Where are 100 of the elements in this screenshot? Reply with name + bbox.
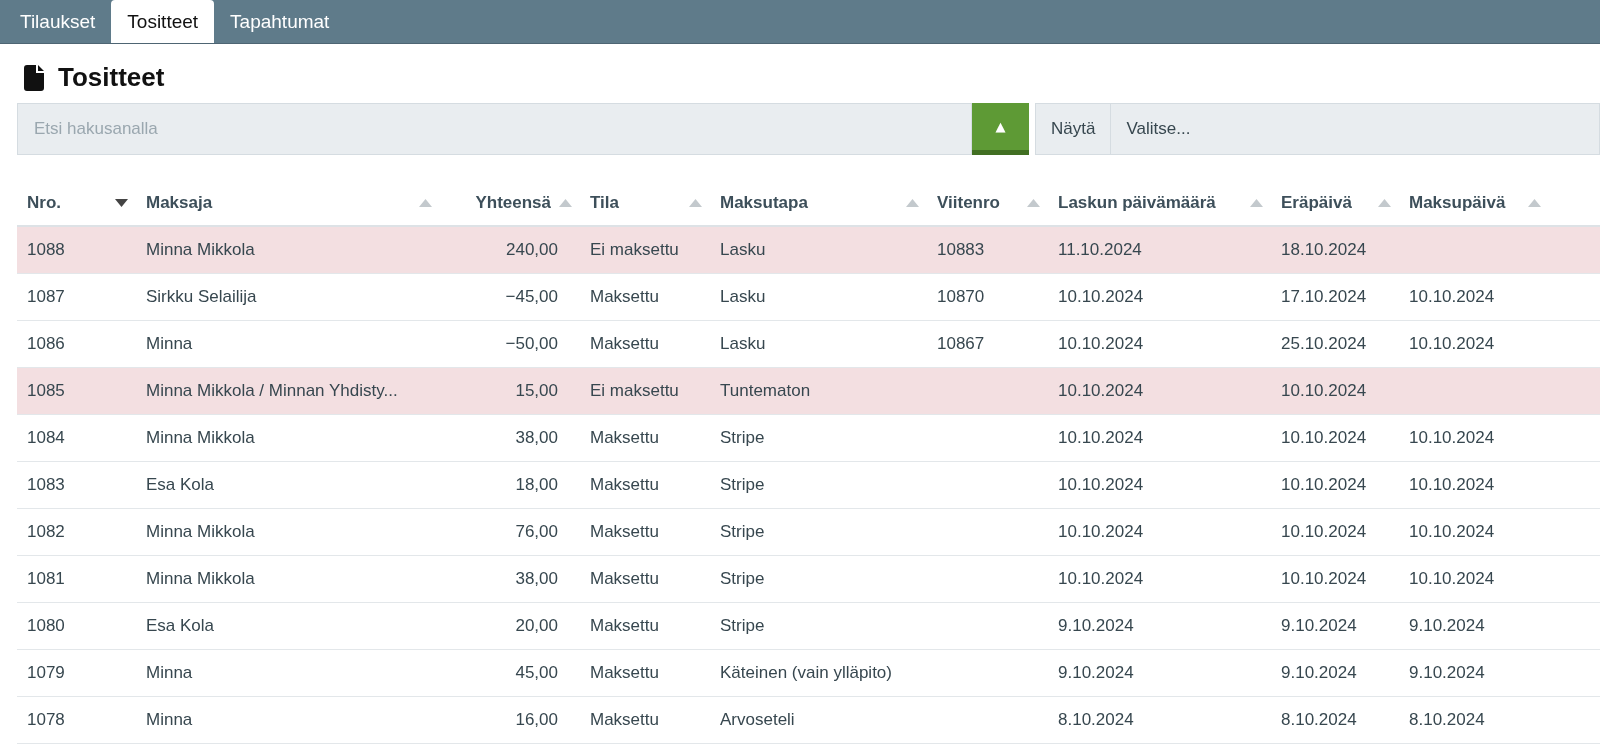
table-cell: Minna: [146, 334, 193, 353]
table-cell: Maksettu: [590, 475, 659, 494]
table-cell: 10.10.2024: [1058, 287, 1144, 306]
table-row[interactable]: 1087 Sirkku Selailija −45,00 Maksettu Lasku 10870 10.10.2024 17.10.2024 10.10.2024: [17, 274, 1600, 321]
table-cell: 15,00: [515, 381, 558, 400]
table-cell: 1082: [27, 522, 65, 541]
column-label: Maksaja: [146, 193, 213, 213]
table-cell: Minna Mikkola: [146, 240, 255, 259]
table-row[interactable]: 1081 Minna Mikkola 38,00 Maksettu Stripe 10.10.2024 10.10.2024 10.10.2024: [17, 556, 1600, 603]
table-cell: Stripe: [720, 428, 765, 447]
table-cell: Ei maksettu: [590, 240, 679, 259]
table-cell: 38,00: [515, 569, 558, 588]
column-label: Maksupäivä: [1409, 193, 1506, 213]
page-title: Tositteet: [58, 62, 165, 93]
table-cell: Esa Kola: [146, 616, 215, 635]
table-cell: Stripe: [720, 475, 765, 494]
table-cell: Esa Kola: [146, 475, 215, 494]
table-cell: 10870: [937, 287, 985, 306]
table-cell: Maksettu: [590, 334, 659, 353]
table-cell: Minna: [146, 710, 193, 729]
table-cell: Maksettu: [590, 522, 659, 541]
table-row[interactable]: 1079 Minna 45,00 Maksettu Käteinen (vain ylläpito) 9.10.2024 9.10.2024 9.10.2024: [17, 650, 1600, 697]
table-row[interactable]: 1084 Minna Mikkola 38,00 Maksettu Stripe 10.10.2024 10.10.2024 10.10.2024: [17, 415, 1600, 462]
table-cell: 8.10.2024: [1409, 710, 1485, 729]
column-header[interactable]: Eräpäivä: [1271, 193, 1399, 213]
table-cell: 10.10.2024: [1409, 475, 1495, 494]
table-row[interactable]: 1078 Minna 16,00 Maksettu Arvoseteli 8.10.2024 8.10.2024 8.10.2024: [17, 697, 1600, 744]
table-cell: 8.10.2024: [1281, 710, 1357, 729]
table-cell: 1086: [27, 334, 65, 353]
column-header[interactable]: Maksutapa: [710, 193, 927, 213]
column-label: Yhteensä: [475, 193, 551, 213]
column-label: Tila: [590, 193, 619, 213]
column-label: Maksutapa: [720, 193, 808, 213]
table-cell: 45,00: [515, 663, 558, 682]
table-cell: Maksettu: [590, 663, 659, 682]
table-cell: 10.10.2024: [1409, 334, 1495, 353]
table-cell: 38,00: [515, 428, 558, 447]
table-cell: 18,00: [515, 475, 558, 494]
table-cell: Sirkku Selailija: [146, 287, 257, 306]
table-cell: 10.10.2024: [1058, 381, 1144, 400]
table-cell: 9.10.2024: [1281, 616, 1357, 635]
table-cell: Käteinen (vain ylläpito): [720, 663, 892, 682]
table-cell: 25.10.2024: [1281, 334, 1367, 353]
table-cell: 10.10.2024: [1409, 428, 1495, 447]
table-cell: 20,00: [515, 616, 558, 635]
column-label: Viitenro: [937, 193, 1000, 213]
table-cell: 1084: [27, 428, 65, 447]
filter-select[interactable]: Valitse...: [1111, 103, 1600, 155]
table-cell: 16,00: [515, 710, 558, 729]
table-cell: 1080: [27, 616, 65, 635]
table-cell: Minna Mikkola / Minnan Yhdisty...: [146, 381, 398, 400]
table-cell: 9.10.2024: [1058, 616, 1134, 635]
table-cell: 10.10.2024: [1281, 428, 1367, 447]
table-cell: Maksettu: [590, 287, 659, 306]
table-cell: Ei maksettu: [590, 381, 679, 400]
table-cell: −45,00: [505, 287, 558, 306]
table-cell: 10.10.2024: [1058, 428, 1144, 447]
table-row[interactable]: 1080 Esa Kola 20,00 Maksettu Stripe 9.10.2024 9.10.2024 9.10.2024: [17, 603, 1600, 650]
table-cell: Minna Mikkola: [146, 428, 255, 447]
table-cell: 1087: [27, 287, 65, 306]
table-cell: 10.10.2024: [1058, 334, 1144, 353]
table-cell: Stripe: [720, 616, 765, 635]
table-row[interactable]: 1085 Minna Mikkola / Minnan Yhdisty... 15,00 Ei maksettu Tuntematon 10.10.2024 10.10.2024: [17, 368, 1600, 415]
table-cell: 10.10.2024: [1409, 287, 1495, 306]
table-cell: 18.10.2024: [1281, 240, 1367, 259]
table-cell: 9.10.2024: [1409, 663, 1485, 682]
column-header[interactable]: Viitenro: [927, 193, 1048, 213]
table-cell: 9.10.2024: [1281, 663, 1357, 682]
table-cell: 10.10.2024: [1281, 381, 1367, 400]
column-header[interactable]: Nro.: [17, 193, 136, 213]
table-cell: Arvoseteli: [720, 710, 795, 729]
table-cell: Maksettu: [590, 710, 659, 729]
table-cell: 10883: [937, 240, 985, 259]
column-header[interactable]: Tila: [580, 193, 710, 213]
column-label: Nro.: [27, 193, 61, 213]
table-cell: 9.10.2024: [1409, 616, 1485, 635]
table-cell: 11.10.2024: [1058, 240, 1142, 259]
column-header[interactable]: Maksaja: [136, 193, 440, 213]
table-cell: 1079: [27, 663, 65, 682]
tab[interactable]: Tilaukset: [4, 0, 112, 43]
table-row[interactable]: 1082 Minna Mikkola 76,00 Maksettu Stripe 10.10.2024 10.10.2024 10.10.2024: [17, 509, 1600, 556]
table-cell: 1078: [27, 710, 65, 729]
table-cell: Maksettu: [590, 569, 659, 588]
tab[interactable]: Tapahtumat: [214, 0, 346, 43]
table-cell: 8.10.2024: [1058, 710, 1134, 729]
table-cell: 10.10.2024: [1281, 569, 1367, 588]
search-field[interactable]: Etsi hakusanalla: [17, 103, 972, 155]
column-header[interactable]: Laskun päivämäärä: [1048, 193, 1271, 213]
table-cell: 9.10.2024: [1058, 663, 1134, 682]
table-cell: 10.10.2024: [1409, 522, 1495, 541]
column-header[interactable]: Maksupäivä: [1399, 193, 1549, 213]
table-cell: 1083: [27, 475, 65, 494]
table-row[interactable]: 1083 Esa Kola 18,00 Maksettu Stripe 10.10.2024 10.10.2024 10.10.2024: [17, 462, 1600, 509]
table-cell: Stripe: [720, 569, 765, 588]
column-header[interactable]: Yhteensä: [440, 193, 580, 213]
table-cell: Minna Mikkola: [146, 569, 255, 588]
table-row[interactable]: 1088 Minna Mikkola 240,00 Ei maksettu Lasku 10883 11.10.2024 18.10.2024: [17, 227, 1600, 274]
column-label: Laskun päivämäärä: [1058, 193, 1216, 213]
tab[interactable]: Tositteet: [111, 0, 215, 43]
table-cell: −50,00: [505, 334, 558, 353]
